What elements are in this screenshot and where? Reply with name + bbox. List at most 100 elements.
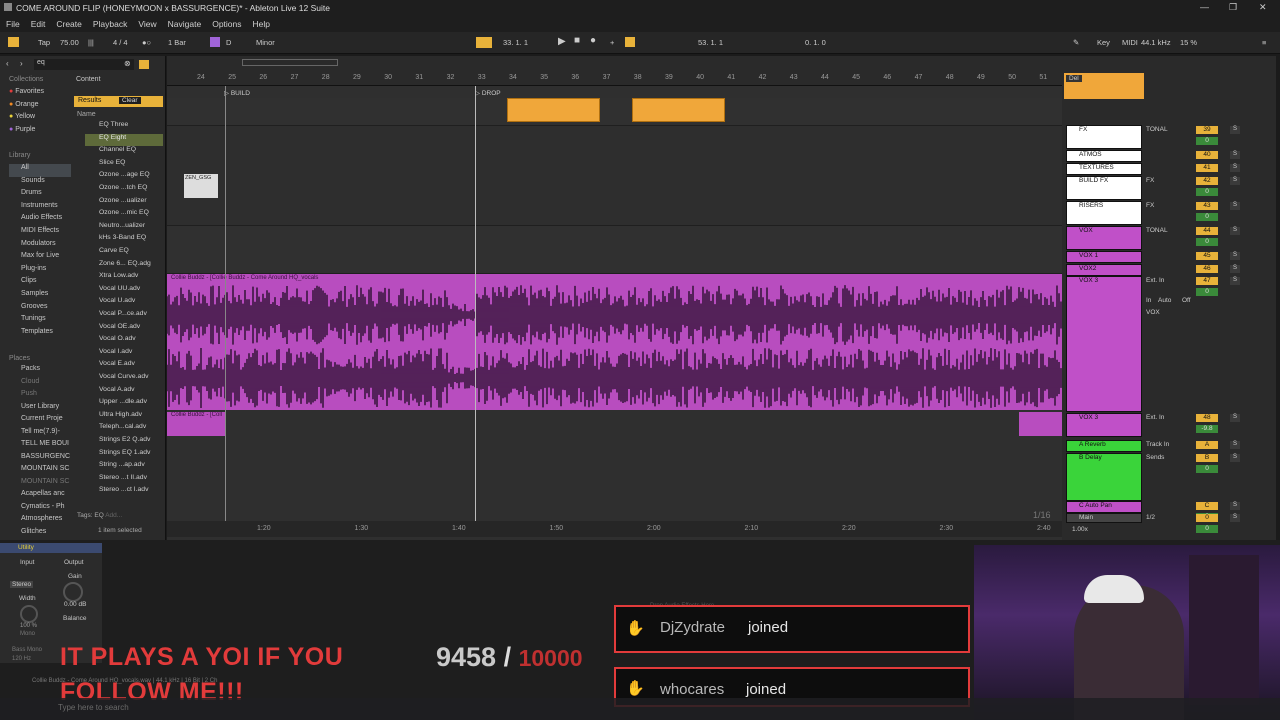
track-header[interactable]: VOX 3 xyxy=(1066,276,1142,412)
menu-edit[interactable]: Edit xyxy=(31,19,46,29)
solo-button[interactable]: S xyxy=(1230,265,1240,273)
result-item[interactable]: Carve EQ xyxy=(85,247,163,260)
close-icon[interactable]: ✕ xyxy=(1259,2,1267,13)
result-item[interactable]: Channel EQ xyxy=(85,146,163,159)
result-item[interactable]: Vocal O.adv xyxy=(85,335,163,348)
menu-file[interactable]: File xyxy=(6,19,20,29)
monitor-off-button[interactable]: Off xyxy=(1182,297,1191,304)
draw-mode-icon[interactable]: ✎ xyxy=(1073,38,1079,47)
stop-button[interactable]: ■ xyxy=(574,35,580,46)
result-item[interactable]: Strings EQ 1.adv xyxy=(85,449,163,462)
track-volume[interactable]: 40 xyxy=(1196,151,1218,159)
solo-button[interactable]: S xyxy=(1230,164,1240,172)
solo-button[interactable]: S xyxy=(1230,177,1240,185)
track-header[interactable]: VOX 3 xyxy=(1066,413,1142,437)
track-volume[interactable]: 42 xyxy=(1196,177,1218,185)
width-knob[interactable] xyxy=(20,605,38,623)
routing-select[interactable]: Ext. In xyxy=(1146,414,1164,421)
play-button[interactable]: ▶ xyxy=(558,36,566,47)
track-header[interactable]: TEXTURES xyxy=(1066,163,1142,175)
result-item[interactable]: Stereo ...ct I.adv xyxy=(85,486,163,499)
library-midi-effects[interactable]: MIDI Effects xyxy=(9,227,71,240)
result-item[interactable]: Xtra Low.adv xyxy=(85,272,163,285)
tempo-field[interactable]: 75.00 xyxy=(60,38,79,47)
track-lane-vox[interactable] xyxy=(167,226,1062,274)
library-clips[interactable]: Clips xyxy=(9,277,71,290)
place-item[interactable]: Packs xyxy=(9,365,71,378)
time-ruler[interactable]: 1:20 1:30 1:40 1:50 2:00 2:10 2:20 2:30 2:40 xyxy=(167,521,1062,537)
track-header[interactable]: ATMOS xyxy=(1066,150,1142,162)
scale-icon[interactable] xyxy=(210,37,220,47)
track-header[interactable]: VOX2 xyxy=(1066,264,1142,276)
result-item[interactable]: Upper ...dle.adv xyxy=(85,398,163,411)
library-drums[interactable]: Drums xyxy=(9,189,71,202)
scale-select[interactable]: Minor xyxy=(256,38,275,47)
solo-button[interactable]: S xyxy=(1230,502,1240,510)
track-volume[interactable]: 44 xyxy=(1196,227,1218,235)
result-item[interactable]: Neutro...ualizer xyxy=(85,222,163,235)
result-item[interactable]: EQ Three xyxy=(85,121,163,134)
library-templates[interactable]: Templates xyxy=(9,328,71,341)
result-item[interactable]: Vocal UU.adv xyxy=(85,285,163,298)
back-icon[interactable]: ‹ xyxy=(6,59,9,68)
library-samples[interactable]: Samples xyxy=(9,290,71,303)
result-item[interactable]: EQ Eight xyxy=(85,133,163,147)
collection-purple[interactable]: ● Purple xyxy=(9,126,44,139)
minimize-icon[interactable]: — xyxy=(1200,2,1209,12)
delete-button[interactable]: Del xyxy=(1066,75,1082,82)
vocal-audio-clip[interactable]: Collie Buddz - [Collie Buddz - Come Arou… xyxy=(167,274,1062,410)
send-value[interactable]: 0 xyxy=(1196,213,1218,221)
result-item[interactable]: Ultra High.adv xyxy=(85,411,163,424)
audio-clip[interactable] xyxy=(1019,412,1062,436)
library-tunings[interactable]: Tunings xyxy=(9,315,71,328)
solo-button[interactable]: S xyxy=(1230,454,1240,462)
track-volume[interactable]: B xyxy=(1196,454,1218,462)
solo-button[interactable]: S xyxy=(1230,151,1240,159)
track-volume[interactable]: 43 xyxy=(1196,202,1218,210)
taskbar-search[interactable]: Type here to search xyxy=(58,703,129,712)
library-all[interactable]: All xyxy=(9,164,71,177)
track-header[interactable]: FX xyxy=(1066,125,1142,149)
follow-button[interactable] xyxy=(476,37,492,48)
library-grooves[interactable]: Grooves xyxy=(9,303,71,316)
place-item[interactable]: Acapellas anc xyxy=(9,490,71,503)
loop-start-field[interactable]: 53. 1. 1 xyxy=(698,38,723,47)
track-header[interactable]: RISERS xyxy=(1066,201,1142,225)
name-column-header[interactable]: Name xyxy=(77,111,96,118)
audio-clip[interactable]: Collie Buddz - [Coll xyxy=(167,412,225,436)
signature-field[interactable]: 4 / 4 xyxy=(113,38,128,47)
result-item[interactable]: Ozone ...mic EQ xyxy=(85,209,163,222)
track-header[interactable]: B Delay xyxy=(1066,453,1142,501)
browser-toggle-icon[interactable] xyxy=(8,37,19,47)
place-item[interactable]: Current Proje xyxy=(9,415,71,428)
audio-clip[interactable] xyxy=(632,98,725,122)
position-field[interactable]: 33. 1. 1 xyxy=(503,38,528,47)
library-sounds[interactable]: Sounds xyxy=(9,177,71,190)
place-item[interactable]: Cymatics - Ph xyxy=(9,503,71,516)
solo-button[interactable]: S xyxy=(1230,277,1240,285)
clear-button[interactable]: Clear xyxy=(119,97,141,104)
gain-knob[interactable] xyxy=(63,582,83,602)
locator-drop[interactable]: ▷ DROP xyxy=(475,89,501,97)
monitor-select[interactable]: VOX xyxy=(1146,309,1160,316)
result-item[interactable]: Vocal I.adv xyxy=(85,348,163,361)
result-item[interactable]: Vocal Curve.adv xyxy=(85,373,163,386)
result-item[interactable]: Vocal P...ce.adv xyxy=(85,310,163,323)
loop-length-field[interactable]: 0. 1. 0 xyxy=(805,38,826,47)
result-item[interactable]: Ozone ...age EQ xyxy=(85,171,163,184)
track-volume[interactable]: A xyxy=(1196,441,1218,449)
track-volume[interactable]: 45 xyxy=(1196,252,1218,260)
routing-select[interactable]: Track In xyxy=(1146,441,1169,448)
send-value[interactable]: 0 xyxy=(1196,137,1218,145)
library-modulators[interactable]: Modulators xyxy=(9,240,71,253)
solo-button[interactable]: S xyxy=(1230,441,1240,449)
place-item[interactable]: User Library xyxy=(9,403,71,416)
restore-icon[interactable]: ❐ xyxy=(1229,2,1237,13)
metronome-icon[interactable]: ||| xyxy=(88,38,94,47)
library-plug-ins[interactable]: Plug-ins xyxy=(9,265,71,278)
track-lane-atmos[interactable] xyxy=(167,126,1062,226)
library-instruments[interactable]: Instruments xyxy=(9,202,71,215)
record-button[interactable]: ● xyxy=(590,35,596,46)
result-item[interactable]: Teleph...cal.adv xyxy=(85,423,163,436)
key-select[interactable]: D xyxy=(226,38,231,47)
